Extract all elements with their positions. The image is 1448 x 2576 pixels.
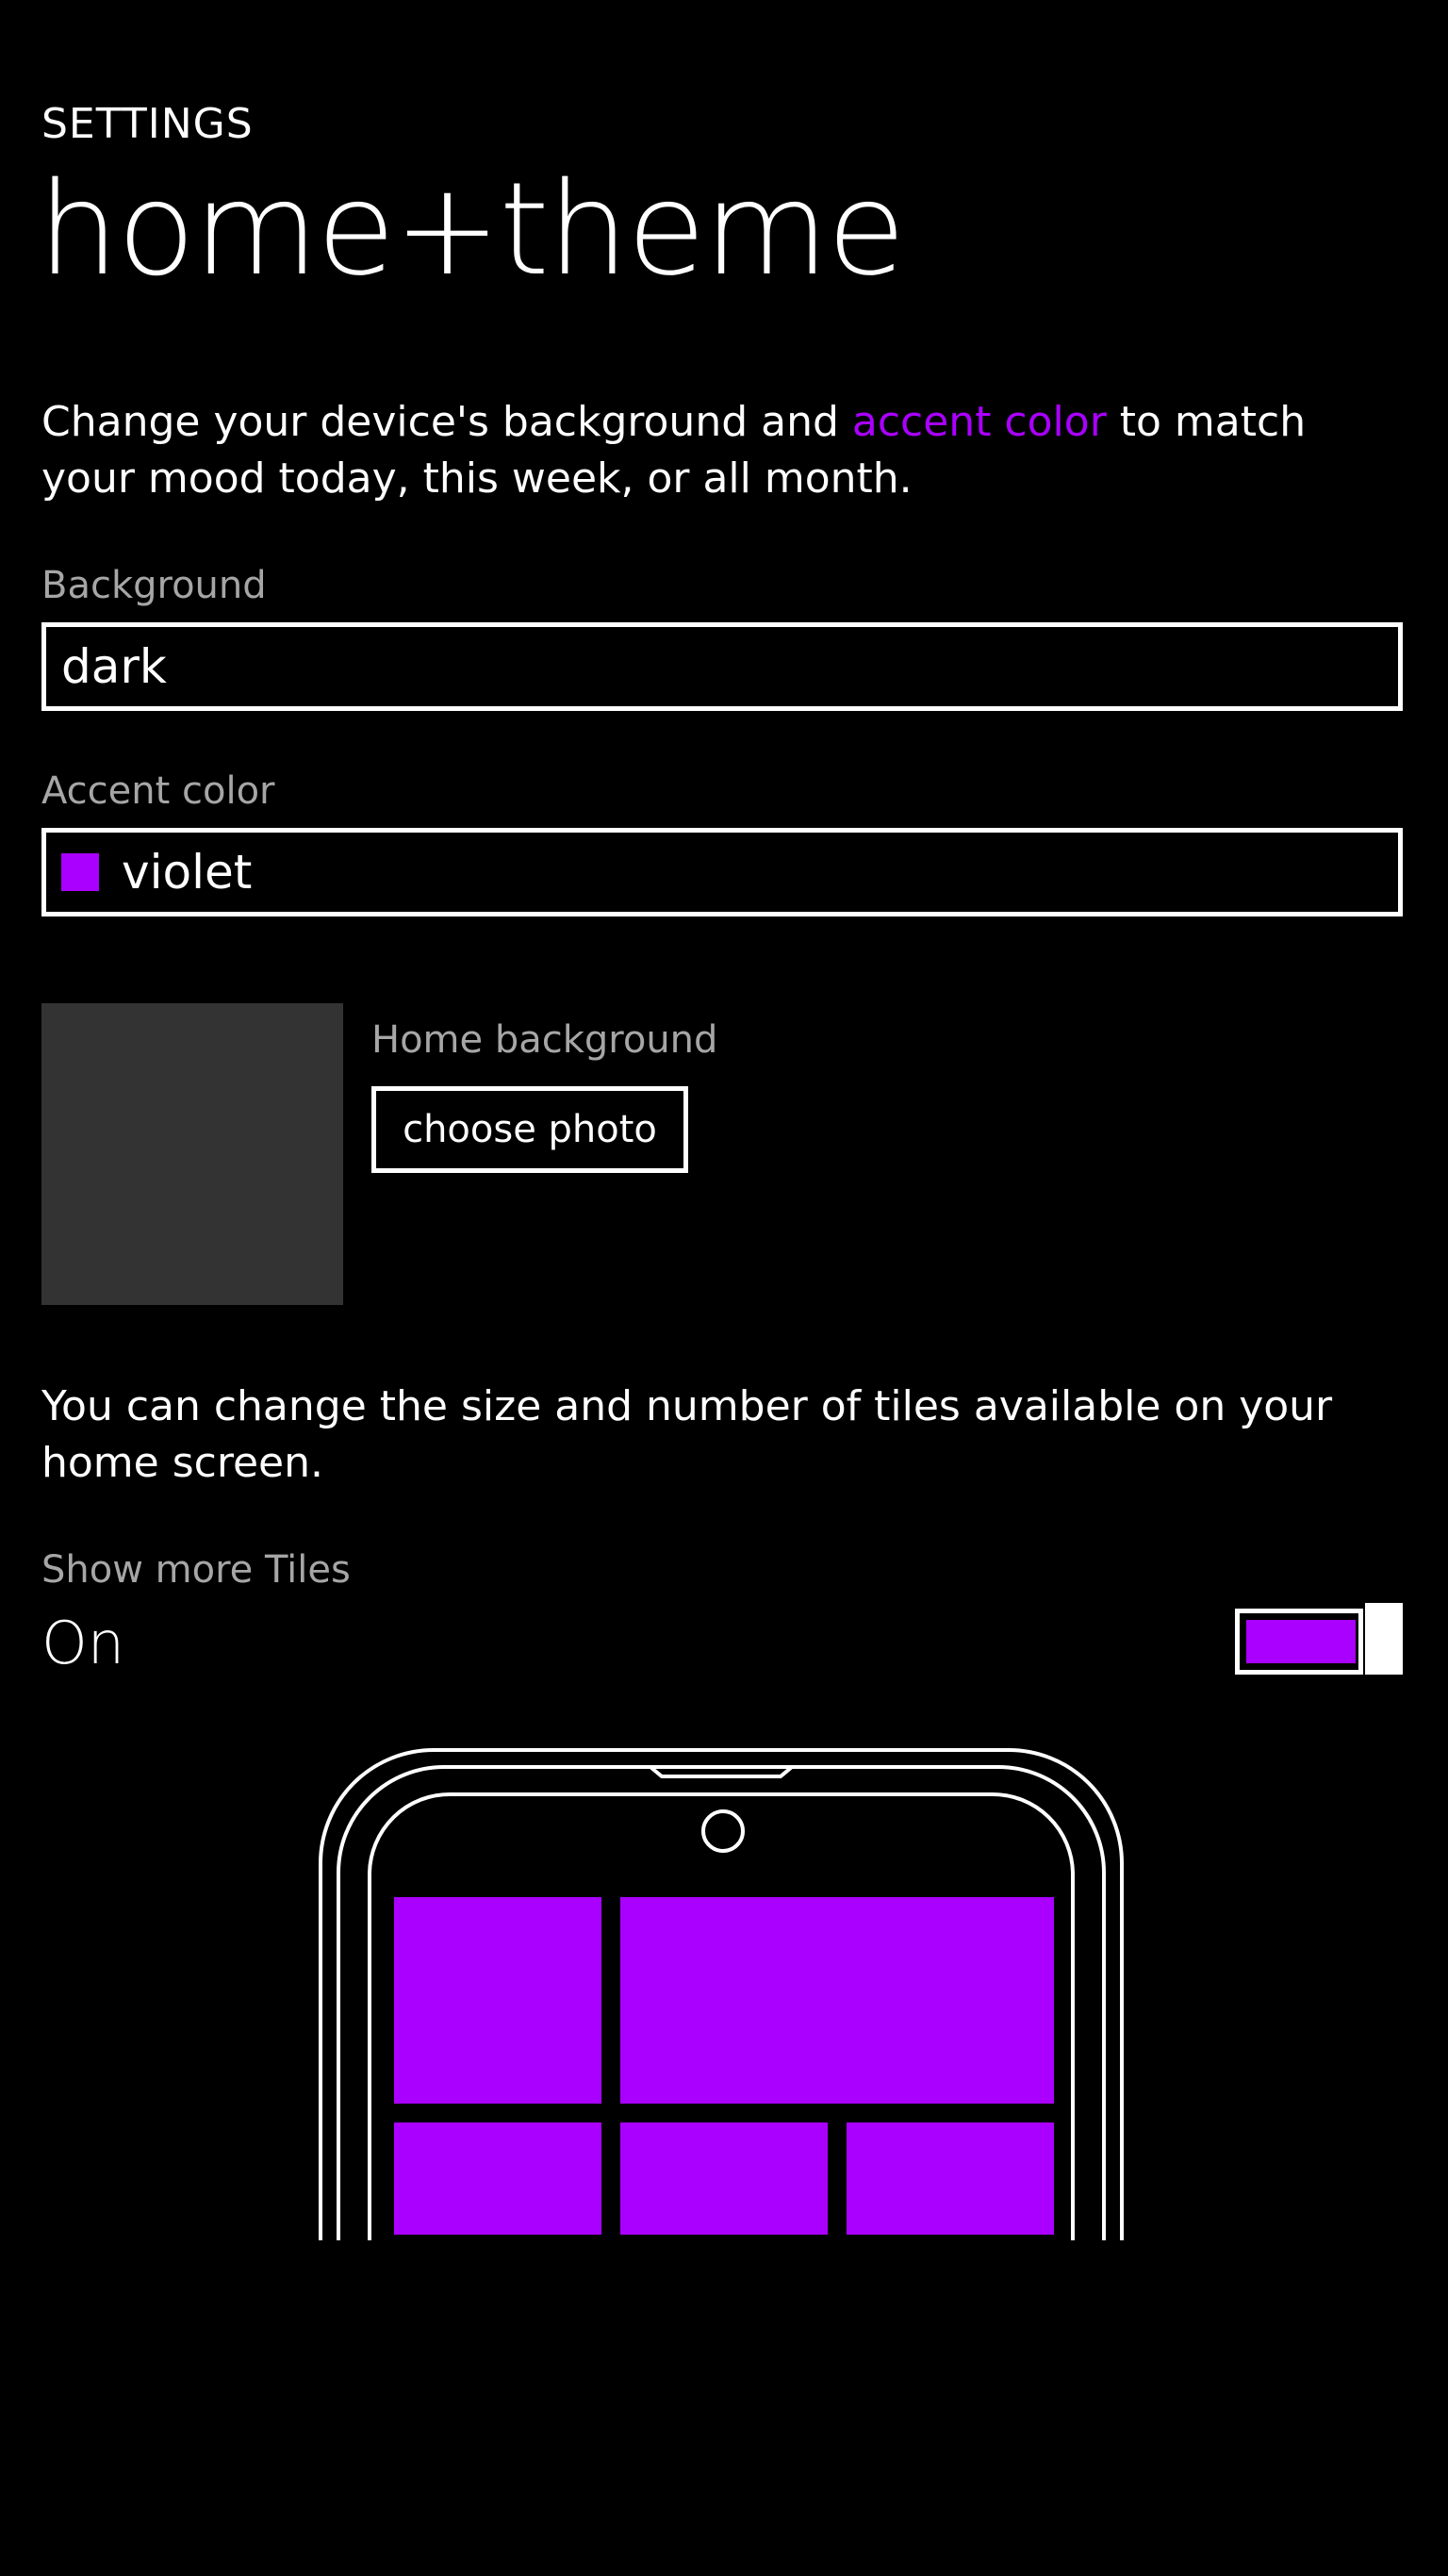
toggle-fill (1246, 1620, 1356, 1663)
accent-color-label: Accent color (41, 769, 275, 813)
background-picker[interactable]: dark (41, 622, 1403, 711)
tiles-description: You can change the size and number of ti… (41, 1382, 1333, 1487)
section-title: SETTINGS (41, 100, 254, 148)
accent-color-picker[interactable]: violet (41, 828, 1403, 916)
show-more-tiles-label: Show more Tiles (41, 1548, 351, 1592)
intro-text-before: Change your device's background and (41, 398, 852, 446)
toggle-state-text: On (41, 1609, 125, 1677)
accent-color-link[interactable]: accent color (852, 398, 1107, 446)
toggle-thumb (1365, 1603, 1403, 1675)
phone-outline-with-tiles-icon (319, 1748, 1124, 2240)
page-title: home+theme (38, 156, 906, 305)
accent-swatch-icon (61, 853, 99, 891)
home-background-thumbnail[interactable] (41, 1003, 343, 1305)
background-label: Background (41, 564, 267, 607)
home-background-label: Home background (371, 1018, 718, 1062)
show-more-tiles-toggle[interactable] (1235, 1603, 1405, 1678)
background-value: dark (61, 639, 167, 694)
accent-color-value: violet (122, 845, 253, 900)
intro-text: Change your device's background and acce… (41, 394, 1399, 507)
choose-photo-button[interactable]: choose photo (371, 1086, 688, 1173)
